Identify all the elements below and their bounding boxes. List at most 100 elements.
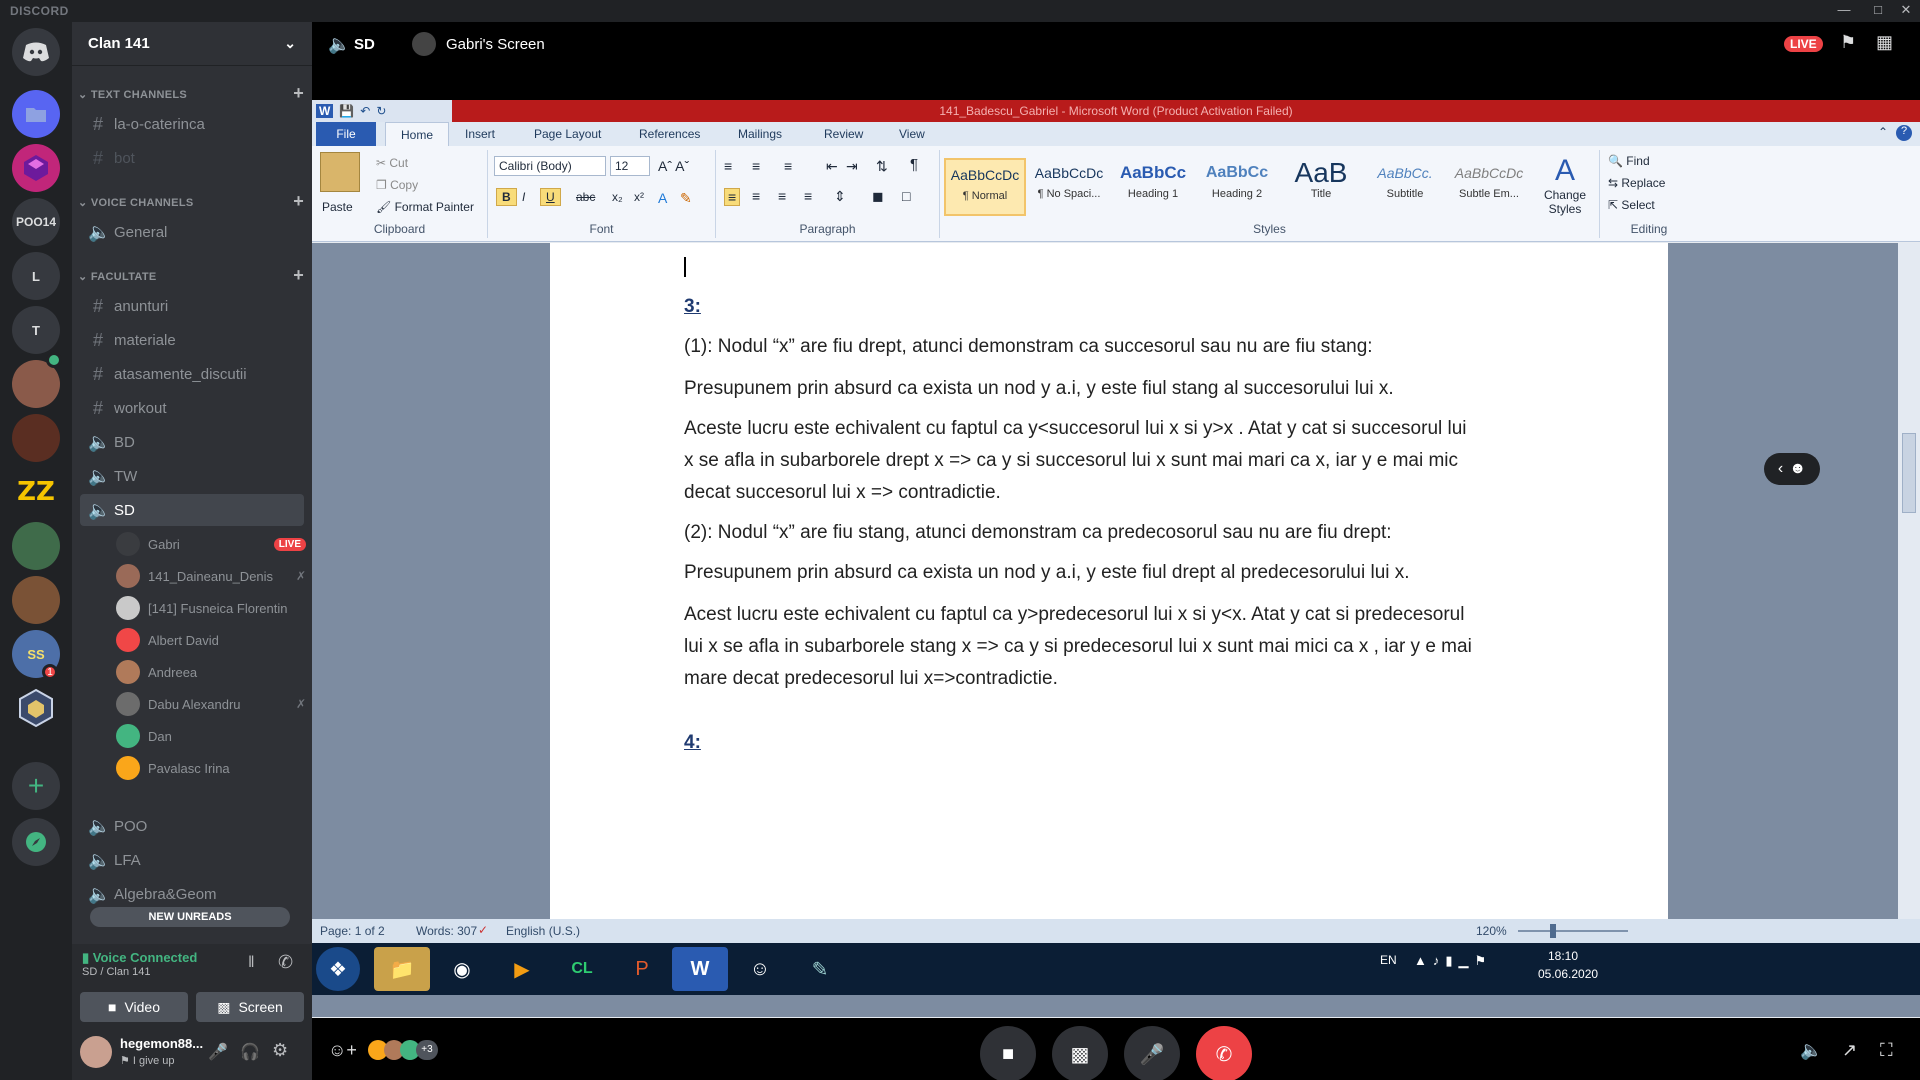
explorer-taskbar-icon[interactable]: 📁 xyxy=(374,947,430,991)
voice-user-albert-david[interactable]: Albert David xyxy=(116,625,306,655)
more-participants[interactable]: +3 xyxy=(416,1040,438,1060)
borders-icon[interactable]: □ xyxy=(902,188,910,204)
replace-button[interactable]: ⇆ Replace xyxy=(1608,176,1665,190)
style-subtitle[interactable]: AaBbCc. Subtitle xyxy=(1364,158,1446,216)
zoom-slider[interactable] xyxy=(1518,930,1628,932)
proofing-icon[interactable]: ✓ xyxy=(478,923,488,937)
voice-channel-poo[interactable]: 🔈 POO xyxy=(80,810,304,842)
zoom-handle[interactable] xyxy=(1550,924,1556,938)
vertical-scrollbar[interactable] xyxy=(1898,243,1920,919)
voice-user-daineanu-denis[interactable]: 141_Daineanu_Denis ✗ xyxy=(116,561,306,591)
microphone-button[interactable]: 🎤 xyxy=(1124,1026,1180,1080)
font-name-select[interactable]: Calibri (Body) xyxy=(494,156,606,176)
page-count[interactable]: Page: 1 of 2 xyxy=(320,924,385,938)
grow-font-icon[interactable]: Aˆ Aˇ xyxy=(658,158,689,174)
voice-user-dabu-alexandru[interactable]: Dabu Alexandru ✗ xyxy=(116,689,306,719)
tab-references[interactable]: References xyxy=(639,127,700,141)
disconnect-icon[interactable]: ✆ xyxy=(278,952,293,973)
folder-icon[interactable] xyxy=(12,90,60,138)
disconnect-button[interactable]: ✆ xyxy=(1196,1026,1252,1080)
tab-mailings[interactable]: Mailings xyxy=(738,127,782,141)
screen-share-button[interactable]: ▩ xyxy=(1052,1026,1108,1080)
tab-page-layout[interactable]: Page Layout xyxy=(534,127,601,141)
underline-icon[interactable]: U xyxy=(540,188,561,206)
change-styles-button[interactable]: A Change Styles xyxy=(1536,154,1594,220)
channel-anunturi[interactable]: # anunturi xyxy=(80,290,304,322)
voice-channel-lfa[interactable]: 🔈 LFA xyxy=(80,844,304,876)
voice-channel-algebra-geom[interactable]: 🔈 Algebra&Geom xyxy=(80,878,304,910)
strikethrough-icon[interactable]: abc xyxy=(576,190,595,204)
add-person-icon[interactable]: ☺+ xyxy=(328,1040,357,1061)
increase-indent-icon[interactable]: ⇥ xyxy=(846,158,858,175)
numbering-icon[interactable]: ≡ xyxy=(752,158,760,174)
channel-bot[interactable]: # bot xyxy=(80,142,304,174)
tab-view[interactable]: View xyxy=(899,127,925,141)
document-page[interactable]: 3: (1): Nodul “x” are fiu drept, atunci … xyxy=(550,243,1668,919)
channel-materiale[interactable]: # materiale xyxy=(80,324,304,356)
voice-user-fusneica-florentin[interactable]: [141] Fusneica Florentin xyxy=(116,593,306,623)
server-l[interactable]: L xyxy=(12,252,60,300)
bullets-icon[interactable]: ≡ xyxy=(724,158,732,174)
text-effects-icon[interactable]: A xyxy=(658,190,667,206)
style-heading-1[interactable]: AaBbCc Heading 1 xyxy=(1112,158,1194,216)
category-text-channels[interactable]: ⌄ TEXT CHANNELS + xyxy=(78,83,304,104)
style-no-spacing[interactable]: AaBbCcDc ¶ No Spaci... xyxy=(1028,158,1110,216)
camera-button[interactable]: ■ xyxy=(980,1026,1036,1080)
clock-time[interactable]: 18:10 xyxy=(1548,949,1578,963)
media-player-taskbar-icon[interactable]: ▶ xyxy=(494,947,550,991)
tab-review[interactable]: Review xyxy=(824,127,863,141)
voice-user-dan[interactable]: Dan xyxy=(116,721,306,751)
server-poo14[interactable]: POO14 xyxy=(12,198,60,246)
shading-icon[interactable]: ◼ xyxy=(872,188,884,205)
tab-home[interactable]: Home xyxy=(385,122,449,146)
channel-atasamente-discutii[interactable]: # atasamente_discutii xyxy=(80,358,304,390)
style-title[interactable]: AaB Title xyxy=(1280,158,1362,216)
headphones-icon[interactable]: 🎧 xyxy=(240,1042,260,1062)
voice-location[interactable]: SD / Clan 141 xyxy=(82,966,150,978)
paste-button[interactable]: Paste xyxy=(322,200,353,214)
server-hex-icon[interactable] xyxy=(12,684,60,732)
word-icon[interactable]: W xyxy=(316,104,334,118)
volume-icon[interactable]: 🔈 xyxy=(1800,1040,1822,1061)
server-zz[interactable]: ZZ xyxy=(12,468,60,516)
avatar[interactable] xyxy=(80,1036,112,1068)
justify-icon[interactable]: ≡ xyxy=(804,188,812,204)
redo-icon[interactable]: ↻ xyxy=(376,104,386,118)
voice-channel-tw[interactable]: 🔈 TW xyxy=(80,460,304,492)
voice-channel-sd[interactable]: 🔈 SD xyxy=(80,494,304,526)
subscript-icon[interactable]: x₂ xyxy=(612,190,623,204)
decrease-indent-icon[interactable]: ⇤ xyxy=(826,158,838,175)
add-channel-icon[interactable]: + xyxy=(293,83,304,104)
add-channel-icon[interactable]: + xyxy=(293,265,304,286)
add-server-icon[interactable]: + xyxy=(12,762,60,810)
home-icon[interactable] xyxy=(12,28,60,76)
format-painter-button[interactable]: 🖌 Format Painter xyxy=(376,200,474,214)
align-right-icon[interactable]: ≡ xyxy=(778,188,786,204)
tab-insert[interactable]: Insert xyxy=(465,127,495,141)
screen-button[interactable]: ▩ Screen xyxy=(196,992,304,1022)
word-taskbar-icon[interactable]: W xyxy=(672,947,728,991)
grid-icon[interactable]: ▦ xyxy=(1876,32,1893,53)
chrome-taskbar-icon[interactable]: ◉ xyxy=(434,947,490,991)
noise-suppression-icon[interactable]: ‖ xyxy=(248,954,255,972)
superscript-icon[interactable]: x² xyxy=(634,190,644,204)
flag-icon[interactable]: ⚑ xyxy=(1840,32,1856,53)
align-left-icon[interactable]: ≡ xyxy=(724,188,741,206)
channel-workout[interactable]: # workout xyxy=(80,392,304,424)
voice-user-pavalasc-irina[interactable]: Pavalasc Irina xyxy=(116,753,306,783)
chevron-down-icon[interactable]: ⌄ xyxy=(284,35,296,52)
server-t[interactable]: T xyxy=(12,306,60,354)
powerpoint-taskbar-icon[interactable]: P xyxy=(614,947,670,991)
paste-icon[interactable] xyxy=(320,152,360,192)
style-normal[interactable]: AaBbCcDc ¶ Normal xyxy=(944,158,1026,216)
gear-icon[interactable]: ⚙ xyxy=(272,1040,288,1061)
chevron-up-icon[interactable]: ⌃ xyxy=(1878,125,1888,139)
line-spacing-icon[interactable]: ⇕ xyxy=(834,188,846,205)
multilevel-list-icon[interactable]: ≡ xyxy=(784,158,792,174)
scroll-thumb[interactable] xyxy=(1902,433,1916,513)
voice-channel-bd[interactable]: 🔈 BD xyxy=(80,426,304,458)
close-icon[interactable]: ✕ xyxy=(1894,2,1918,18)
maximize-icon[interactable]: □ xyxy=(1866,2,1890,17)
undo-icon[interactable]: ↶ xyxy=(360,104,370,118)
input-language[interactable]: EN xyxy=(1380,953,1397,967)
